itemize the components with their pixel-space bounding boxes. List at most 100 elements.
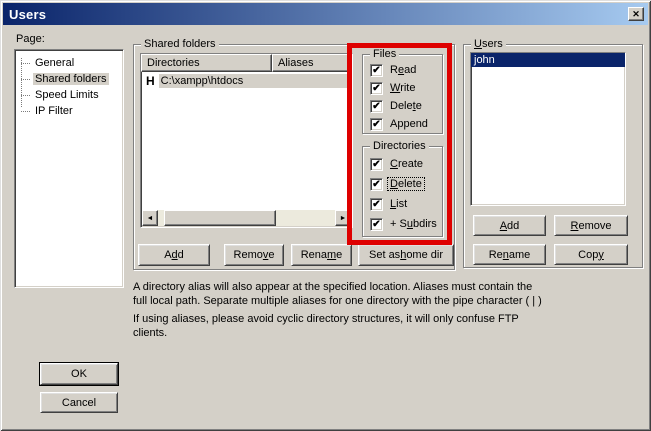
add-directory-button[interactable]: Add	[138, 244, 210, 266]
scroll-left-button[interactable]: ◄	[142, 210, 158, 226]
tree-stub	[21, 111, 30, 112]
horizontal-scrollbar[interactable]: ◄ ►	[142, 210, 351, 226]
add-user-button[interactable]: Add	[473, 215, 546, 236]
users-dialog: Users ✕ Page: General Shared folders Spe…	[0, 0, 651, 431]
directory-path: C:\xampp\htdocs	[159, 74, 352, 88]
button-label: Re	[489, 249, 503, 261]
check-icon: ✔	[372, 159, 380, 170]
dirs-subdirs-row[interactable]: ✔ + Subdirs	[363, 214, 442, 234]
remove-user-button[interactable]: Remove	[554, 215, 628, 236]
set-as-home-dir-button[interactable]: Set as home dir	[358, 244, 454, 266]
button-label: e	[336, 249, 342, 261]
close-icon: ✕	[632, 9, 640, 20]
write-checkbox[interactable]: ✔	[370, 82, 383, 95]
rename-user-button[interactable]: Rename	[473, 244, 546, 265]
home-directory-flag: H	[146, 74, 155, 88]
scrollbar-track[interactable]	[158, 210, 335, 226]
column-header-directories[interactable]: Directories	[141, 54, 272, 72]
button-label: A	[164, 249, 171, 261]
files-permissions-group: Files ✔ Read ✔ Write ✔ Delete ✔ Append	[362, 54, 443, 134]
listview-header: Directories Aliases	[141, 54, 352, 72]
checkbox-label: Write	[388, 82, 417, 94]
check-icon: ✔	[372, 199, 380, 210]
page-list[interactable]: General Shared folders Speed Limits IP F…	[14, 49, 124, 288]
button-label: d	[178, 249, 184, 261]
files-append-row[interactable]: ✔ Append	[363, 115, 442, 133]
directories-listview[interactable]: Directories Aliases H C:\xampp\htdocs ◄ …	[140, 53, 353, 228]
button-label: A	[500, 220, 507, 232]
check-icon: ✔	[372, 219, 380, 230]
button-label: Rena	[301, 249, 327, 261]
append-checkbox[interactable]: ✔	[370, 118, 383, 131]
check-icon: ✔	[372, 65, 380, 76]
checkbox-label: + Subdirs	[388, 218, 439, 230]
page-item-ip-filter[interactable]: IP Filter	[15, 103, 123, 119]
button-label: R	[571, 220, 579, 232]
ok-button[interactable]: OK	[40, 363, 118, 385]
alias-notes: A directory alias will also appear at th…	[133, 281, 547, 340]
button-label: ame	[509, 249, 530, 261]
tree-stub	[21, 95, 30, 96]
list-checkbox[interactable]: ✔	[370, 198, 383, 211]
remove-directory-button[interactable]: Remove	[224, 244, 284, 266]
scrollbar-thumb[interactable]	[164, 210, 276, 226]
button-label: y	[598, 249, 604, 261]
arrow-right-icon: ►	[340, 215, 347, 222]
button-label: Set as	[369, 249, 400, 261]
cancel-button[interactable]: Cancel	[40, 392, 118, 413]
checkbox-label: Append	[388, 118, 430, 130]
check-icon: ✔	[372, 83, 380, 94]
tree-stub	[21, 79, 30, 80]
button-label: dd	[507, 220, 519, 232]
delete-file-checkbox[interactable]: ✔	[370, 100, 383, 113]
files-delete-row[interactable]: ✔ Delete	[363, 97, 442, 115]
users-list[interactable]: john	[470, 52, 626, 206]
page-item-label: Shared folders	[33, 73, 109, 85]
directories-group-label: Directories	[370, 140, 429, 152]
user-item-john[interactable]: john	[471, 53, 625, 67]
button-label: ome dir	[406, 249, 443, 261]
dirs-delete-row[interactable]: ✔ Delete	[363, 174, 442, 194]
files-group-label: Files	[370, 48, 399, 60]
subdirs-checkbox[interactable]: ✔	[370, 218, 383, 231]
titlebar: Users ✕	[3, 3, 648, 25]
rename-directory-button[interactable]: Rename	[291, 244, 352, 266]
button-label: m	[327, 249, 336, 261]
dirs-list-row[interactable]: ✔ List	[363, 194, 442, 214]
files-write-row[interactable]: ✔ Write	[363, 79, 442, 97]
button-label: e	[268, 249, 274, 261]
users-group-label: Users	[471, 38, 506, 50]
checkbox-label: Delete	[388, 178, 424, 190]
page-item-label: General	[33, 57, 76, 69]
checkbox-label: Delete	[388, 100, 424, 112]
page-item-general[interactable]: General	[15, 55, 123, 71]
button-label: Remo	[234, 249, 263, 261]
directory-row[interactable]: H C:\xampp\htdocs	[141, 72, 352, 89]
dirs-create-row[interactable]: ✔ Create	[363, 154, 442, 174]
check-icon: ✔	[372, 179, 380, 190]
button-label: Cop	[578, 249, 598, 261]
page-item-speed-limits[interactable]: Speed Limits	[15, 87, 123, 103]
read-checkbox[interactable]: ✔	[370, 64, 383, 77]
check-icon: ✔	[372, 119, 380, 130]
page-label: Page:	[16, 33, 45, 45]
directories-permissions-group: Directories ✔ Create ✔ Delete ✔ List ✔ +…	[362, 146, 443, 237]
alias-note-2: If using aliases, please avoid cyclic di…	[133, 313, 547, 340]
check-icon: ✔	[372, 101, 380, 112]
column-header-aliases[interactable]: Aliases	[272, 54, 352, 72]
checkbox-label: Read	[388, 64, 418, 76]
files-read-row[interactable]: ✔ Read	[363, 61, 442, 79]
copy-user-button[interactable]: Copy	[554, 244, 628, 265]
page-item-shared-folders[interactable]: Shared folders	[15, 71, 123, 87]
shared-folders-group-label: Shared folders	[141, 38, 219, 50]
delete-dir-checkbox[interactable]: ✔	[370, 178, 383, 191]
create-checkbox[interactable]: ✔	[370, 158, 383, 171]
window-title: Users	[9, 7, 46, 22]
alias-note-1: A directory alias will also appear at th…	[133, 281, 547, 308]
checkbox-label: Create	[388, 158, 425, 170]
page-item-label: Speed Limits	[33, 89, 101, 101]
close-button[interactable]: ✕	[628, 7, 644, 21]
page-item-label: IP Filter	[33, 105, 75, 117]
checkbox-label: List	[388, 198, 409, 210]
scroll-right-button[interactable]: ►	[335, 210, 351, 226]
